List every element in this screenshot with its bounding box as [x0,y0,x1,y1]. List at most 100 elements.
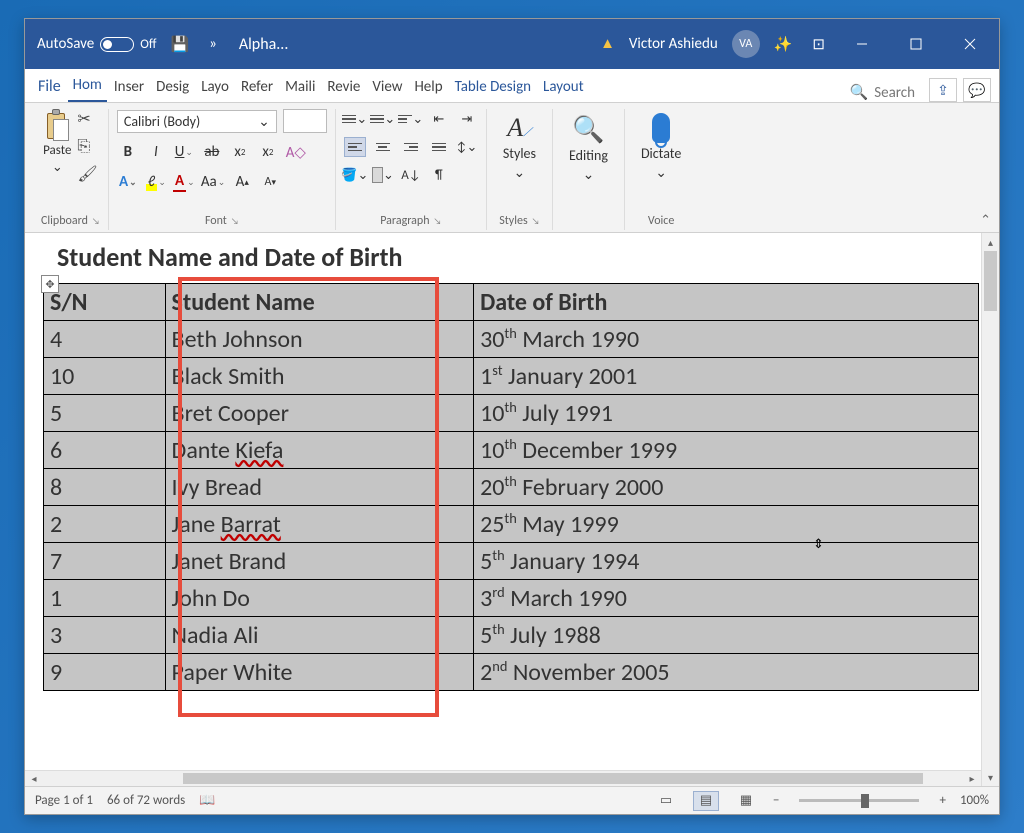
cell-sn[interactable]: 10 [44,358,166,395]
table-row[interactable]: 7Janet Brand5th January 1994 [44,543,979,580]
cell-dob[interactable]: 20th February 2000 [474,469,979,506]
cell-name[interactable]: Black Smith [165,358,474,395]
zoom-slider[interactable] [799,799,919,802]
page-indicator[interactable]: Page 1 of 1 [35,793,93,808]
superscript-button[interactable]: x2 [257,141,279,163]
tab-insert[interactable]: Inser [109,74,149,102]
text-effects-button[interactable]: A⌄ [117,171,139,193]
paste-button[interactable]: Paste ⌄ [43,109,71,175]
col-name[interactable]: Student Name [165,284,474,321]
user-name[interactable]: Victor Ashiedu [629,35,718,53]
table-row[interactable]: 2Jane Barrat25th May 1999 [44,506,979,543]
tab-help[interactable]: Help [409,74,447,102]
collapse-ribbon-icon[interactable]: ⌃ [980,213,991,228]
cell-name[interactable]: Paper White [165,654,474,691]
cell-sn[interactable]: 8 [44,469,166,506]
autosave-toggle[interactable]: AutoSave Off [37,35,156,53]
table-row[interactable]: 6Dante Kiefa10th December 1999 [44,432,979,469]
align-center-button[interactable] [372,137,394,157]
show-marks-button[interactable]: ¶ [428,165,450,185]
students-table[interactable]: S/N Student Name Date of Birth 4Beth Joh… [43,283,979,691]
tab-home[interactable]: Hom [68,72,107,102]
bullets-button[interactable]: ⌄ [344,109,366,129]
table-header-row[interactable]: S/N Student Name Date of Birth [44,284,979,321]
table-row[interactable]: 4Beth Johnson30th March 1990 [44,321,979,358]
tab-review[interactable]: Revie [322,74,365,102]
avatar[interactable]: VA [732,30,760,58]
line-spacing-button[interactable]: ↕⌄ [456,137,478,157]
cell-dob[interactable]: 3rd March 1990 [474,580,979,617]
tab-view[interactable]: View [367,74,407,102]
cell-name[interactable]: Dante Kiefa [165,432,474,469]
tab-mailings[interactable]: Maili [280,74,320,102]
shading-button[interactable]: 🪣⌄ [344,165,366,185]
cell-sn[interactable]: 4 [44,321,166,358]
col-sn[interactable]: S/N [44,284,166,321]
subscript-button[interactable]: x2 [229,141,251,163]
magic-icon[interactable]: ✨ [768,31,799,58]
table-row[interactable]: 8Ivy Bread20th February 2000 [44,469,979,506]
maximize-button[interactable] [893,19,939,69]
scroll-thumb-h[interactable] [183,773,923,784]
tab-table-layout[interactable]: Layout [538,74,589,102]
scroll-left-icon[interactable]: ◂ [25,771,43,786]
cell-name[interactable]: Beth Johnson [165,321,474,358]
warning-icon[interactable]: ▲ [600,35,615,53]
cell-sn[interactable]: 2 [44,506,166,543]
change-case-button[interactable]: Aa⌄ [201,171,225,193]
read-mode-button[interactable]: ▭ [653,791,679,811]
table-row[interactable]: 5Bret Cooper10th July 1991 [44,395,979,432]
cell-dob[interactable]: 25th May 1999 [474,506,979,543]
dialog-launcher-icon[interactable]: ↘ [532,216,540,227]
cell-dob[interactable]: 5th July 1988 [474,617,979,654]
copy-icon[interactable]: ⎘ [77,137,97,156]
tab-file[interactable]: File [33,73,66,102]
zoom-out-button[interactable]: − [773,793,779,808]
table-row[interactable]: 3Nadia Ali5th July 1988 [44,617,979,654]
zoom-in-button[interactable]: + [939,793,945,808]
cell-name[interactable]: Bret Cooper [165,395,474,432]
cell-name[interactable]: John Do [165,580,474,617]
print-layout-button[interactable]: ▤ [693,791,719,811]
grow-font-button[interactable]: A▴ [231,171,253,193]
cell-sn[interactable]: 3 [44,617,166,654]
decrease-indent-button[interactable]: ⇤ [428,109,450,129]
font-color-button[interactable]: A⌄ [173,171,195,193]
cell-sn[interactable]: 1 [44,580,166,617]
col-dob[interactable]: Date of Birth [474,284,979,321]
cell-sn[interactable]: 9 [44,654,166,691]
strikethrough-button[interactable]: ab [201,141,223,163]
web-layout-button[interactable]: ▦ [733,791,759,811]
cell-dob[interactable]: 2nd November 2005 [474,654,979,691]
cell-dob[interactable]: 10th July 1991 [474,395,979,432]
table-row[interactable]: 10Black Smith1st January 2001 [44,358,979,395]
scroll-up-icon[interactable]: ▴ [982,233,999,251]
editing-button[interactable]: 🔍 Editing ⌄ [561,109,616,187]
tab-layout[interactable]: Layo [196,74,234,102]
scroll-right-icon[interactable]: ▸ [963,771,981,786]
share-button[interactable]: ⇪ [929,78,957,102]
scroll-down-icon[interactable]: ▾ [982,768,999,786]
format-painter-icon[interactable]: 🖌 [77,164,97,184]
cell-sn[interactable]: 7 [44,543,166,580]
vertical-scrollbar[interactable]: ▴ ▾ [981,233,999,786]
numbering-button[interactable]: ⌄ [372,109,394,129]
close-button[interactable] [947,19,993,69]
tab-table-design[interactable]: Table Design [450,74,536,102]
tab-references[interactable]: Refer [236,74,278,102]
sort-button[interactable]: A↓ [400,165,422,185]
align-left-button[interactable] [344,137,366,157]
tab-design[interactable]: Desig [151,74,194,102]
cell-name[interactable]: Ivy Bread [165,469,474,506]
cell-name[interactable]: Jane Barrat [165,506,474,543]
highlight-button[interactable]: ℓ⌄ [145,171,167,193]
cell-name[interactable]: Janet Brand [165,543,474,580]
ribbon-display-icon[interactable]: ⊡ [806,31,831,58]
dialog-launcher-icon[interactable]: ↘ [434,216,442,227]
justify-button[interactable] [428,137,450,157]
minimize-button[interactable] [839,19,885,69]
spellcheck-icon[interactable]: 📖 [199,793,215,808]
bold-button[interactable]: B [117,141,139,163]
dialog-launcher-icon[interactable]: ↘ [92,216,100,227]
save-icon[interactable]: 💾 [164,31,195,58]
